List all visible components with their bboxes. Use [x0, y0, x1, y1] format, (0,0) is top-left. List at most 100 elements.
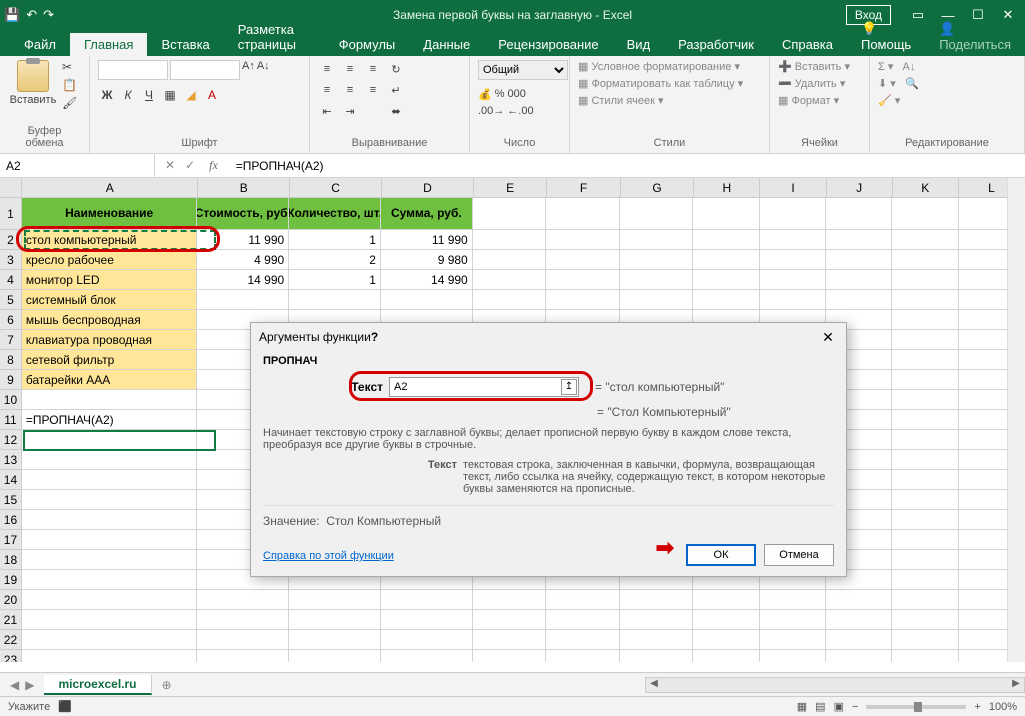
cell[interactable]: [546, 590, 620, 610]
cell-styles-button[interactable]: ▦ Стили ячеек ▾: [578, 94, 664, 107]
macro-record-icon[interactable]: ⬛: [58, 700, 72, 713]
tab-помощь[interactable]: 💡 Помощь: [847, 17, 925, 56]
col-header[interactable]: F: [547, 178, 620, 198]
name-box-input[interactable]: [6, 159, 148, 173]
cell[interactable]: [22, 630, 197, 650]
cell[interactable]: [473, 650, 547, 662]
row-header[interactable]: 13: [0, 450, 22, 470]
col-header[interactable]: D: [382, 178, 474, 198]
cell[interactable]: 1: [289, 230, 381, 250]
formula-input[interactable]: =ПРОПНАЧ(А2): [228, 159, 332, 173]
cell[interactable]: [892, 570, 958, 590]
cell[interactable]: [620, 610, 694, 630]
cell[interactable]: 2: [289, 250, 381, 270]
cut-icon[interactable]: ✂: [62, 60, 77, 74]
row-header[interactable]: 19: [0, 570, 22, 590]
col-header[interactable]: J: [827, 178, 893, 198]
cell[interactable]: [473, 590, 547, 610]
percent-icon[interactable]: %: [495, 88, 505, 101]
cell[interactable]: [760, 650, 826, 662]
cell[interactable]: [892, 450, 958, 470]
cell[interactable]: [826, 650, 892, 662]
cell[interactable]: [760, 630, 826, 650]
cell[interactable]: [892, 650, 958, 662]
cell[interactable]: [473, 290, 547, 310]
cell[interactable]: [546, 650, 620, 662]
row-header[interactable]: 23: [0, 650, 22, 662]
cell[interactable]: [892, 310, 958, 330]
italic-button[interactable]: К: [119, 88, 137, 102]
sheet-next-icon[interactable]: ▶: [25, 678, 34, 692]
cell[interactable]: [381, 590, 473, 610]
cell[interactable]: [546, 250, 620, 270]
function-help-link[interactable]: Справка по этой функции: [263, 550, 394, 562]
dialog-close-icon[interactable]: ✕: [818, 329, 838, 346]
cell[interactable]: [473, 610, 547, 630]
cell[interactable]: [546, 230, 620, 250]
cell[interactable]: Стоимость, руб.: [197, 198, 289, 230]
cell[interactable]: [892, 470, 958, 490]
cell[interactable]: [22, 650, 197, 662]
cell[interactable]: [620, 230, 694, 250]
row-header[interactable]: 2: [0, 230, 22, 250]
col-header[interactable]: B: [198, 178, 290, 198]
undo-icon[interactable]: ↶: [26, 7, 37, 23]
add-sheet-icon[interactable]: ⊕: [152, 678, 182, 692]
cell[interactable]: 11 990: [381, 230, 473, 250]
cell[interactable]: [892, 630, 958, 650]
font-name-input[interactable]: [98, 60, 168, 80]
col-header[interactable]: H: [694, 178, 760, 198]
cell[interactable]: [22, 530, 197, 550]
col-header[interactable]: A: [22, 178, 198, 198]
cell[interactable]: мышь беспроводная: [22, 310, 197, 330]
zoom-slider[interactable]: [866, 705, 966, 709]
increase-decimal-icon[interactable]: .00→: [478, 105, 504, 117]
cell[interactable]: =ПРОПНАЧ(А2): [22, 410, 197, 430]
underline-button[interactable]: Ч: [140, 88, 158, 102]
cell[interactable]: [826, 610, 892, 630]
tab-разметка страницы[interactable]: Разметка страницы: [224, 18, 325, 56]
tab-формулы[interactable]: Формулы: [325, 33, 410, 56]
cell[interactable]: [892, 350, 958, 370]
cell[interactable]: [546, 290, 620, 310]
font-color-icon[interactable]: A: [203, 88, 221, 102]
cell[interactable]: [22, 510, 197, 530]
cell[interactable]: [473, 270, 547, 290]
collapse-dialog-icon[interactable]: ↥: [561, 379, 577, 395]
sheet-tab[interactable]: microexcel.ru: [44, 675, 151, 695]
cell[interactable]: [197, 590, 289, 610]
cell[interactable]: [892, 530, 958, 550]
col-header[interactable]: E: [474, 178, 547, 198]
cell[interactable]: клавиатура проводная: [22, 330, 197, 350]
row-header[interactable]: 16: [0, 510, 22, 530]
zoom-out-icon[interactable]: −: [852, 701, 858, 713]
cell[interactable]: [826, 198, 892, 230]
cell[interactable]: [22, 590, 197, 610]
tab-разработчик[interactable]: Разработчик: [664, 33, 768, 56]
cell[interactable]: [381, 650, 473, 662]
cell[interactable]: [289, 610, 381, 630]
col-header[interactable]: K: [893, 178, 959, 198]
cell[interactable]: [693, 230, 759, 250]
cell[interactable]: [892, 370, 958, 390]
fill-button[interactable]: ⬇ ▾ 🔍: [878, 77, 919, 90]
cell[interactable]: [22, 470, 197, 490]
cell[interactable]: [760, 230, 826, 250]
number-format-select[interactable]: Общий: [478, 60, 568, 80]
cell[interactable]: [22, 390, 197, 410]
cell[interactable]: [892, 510, 958, 530]
cell[interactable]: [693, 290, 759, 310]
row-header[interactable]: 7: [0, 330, 22, 350]
cell[interactable]: [197, 630, 289, 650]
cell[interactable]: [381, 630, 473, 650]
tab-справка[interactable]: Справка: [768, 33, 847, 56]
format-as-table-button[interactable]: ▦ Форматировать как таблицу ▾: [578, 77, 743, 90]
cell[interactable]: [381, 610, 473, 630]
zoom-level[interactable]: 100%: [989, 701, 1017, 713]
cell[interactable]: [693, 270, 759, 290]
enter-formula-icon[interactable]: ✓: [185, 158, 195, 173]
cell[interactable]: [620, 650, 694, 662]
cell[interactable]: Наименование: [22, 198, 197, 230]
cell[interactable]: [760, 290, 826, 310]
cell[interactable]: кресло рабочее: [22, 250, 197, 270]
